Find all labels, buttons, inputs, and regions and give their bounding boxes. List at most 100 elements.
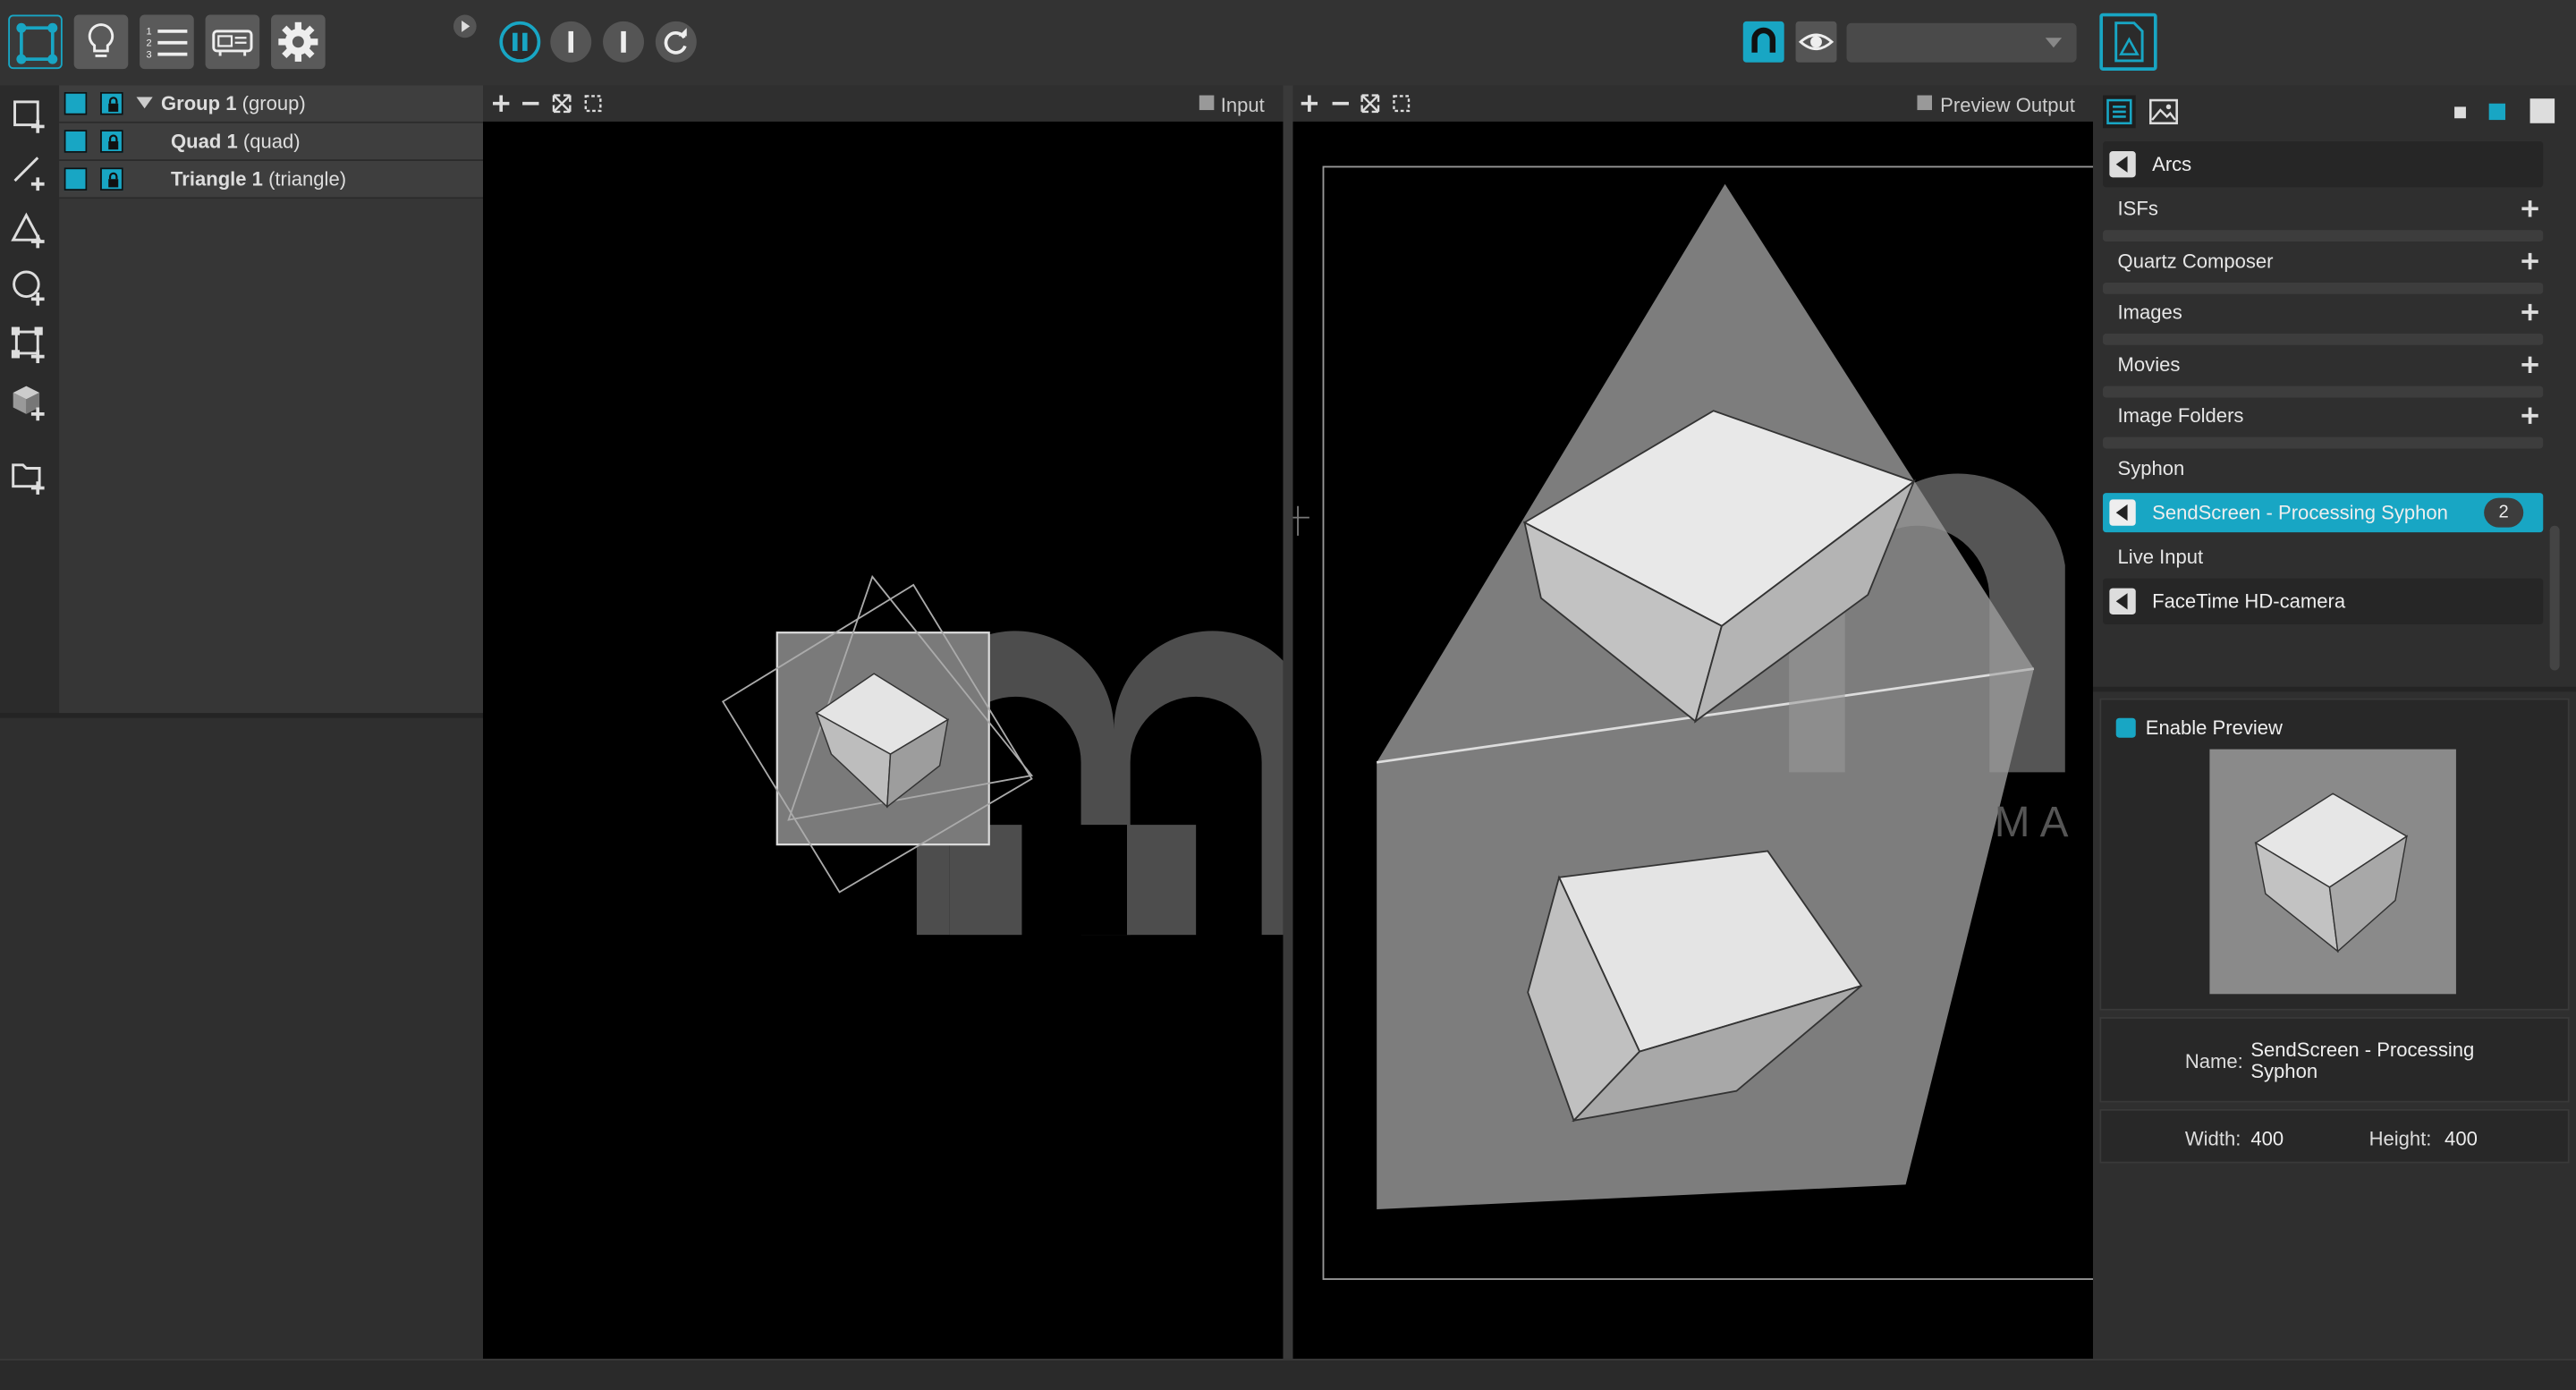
numbered-list-icon: 1 2 3 [146,27,188,60]
layer-row-triangle[interactable]: Triangle 1 (triangle) [59,161,484,199]
add-folder-tool[interactable] [8,455,51,498]
width-label: Width: [2184,1127,2241,1150]
panel-divider[interactable] [2093,686,2576,692]
add-line-tool[interactable] [8,151,51,194]
source-item-label: Arcs [2152,152,2192,176]
magnet-button[interactable] [1742,21,1784,63]
category-label: Images [2117,301,2182,324]
visibility-toggle[interactable] [64,167,88,191]
add-mesh-tool[interactable] [8,324,51,367]
output-canvas-drawing: MA [1292,165,2094,1280]
preview-thumbnail [2209,749,2456,995]
category-image-folders[interactable]: Image Folders [2103,396,2543,436]
enable-preview-label: Enable Preview [2145,716,2283,740]
input-canvas[interactable] [483,121,1284,1360]
output-dropdown[interactable] [1846,22,2077,63]
add-source-button[interactable] [2517,242,2543,281]
svg-text:1: 1 [146,27,151,38]
layer-label: Group 1 (group) [161,91,306,115]
zoom-in-button[interactable] [1300,94,1319,114]
name-value: SendScreen - Processing Syphon [2250,1038,2475,1083]
add-source-button[interactable] [2517,396,2543,436]
category-live-input[interactable]: Live Input [2103,538,2543,577]
input-checkbox[interactable] [1199,95,1215,111]
category-drop-area[interactable] [2103,436,2544,449]
play-button[interactable] [2109,499,2136,526]
numbered-list-button[interactable]: 1 2 3 [140,14,194,70]
restart-button[interactable] [655,21,697,63]
preview-eye-button[interactable] [1795,21,1837,63]
list-view-button[interactable] [2103,95,2136,129]
preview-output-checkbox[interactable] [1917,95,1933,111]
main-toolbar: 1 2 3 [0,0,2576,86]
visibility-toggle[interactable] [64,130,88,153]
size-small-button[interactable] [2454,106,2466,119]
preview-box: Enable Preview [2099,698,2570,1011]
svg-text:3: 3 [146,49,151,60]
media-document-icon [2114,21,2144,63]
layer-row-quad[interactable]: Quad 1 (quad) [59,123,484,162]
size-large-button[interactable] [2529,98,2555,123]
collapse-toggle[interactable] [453,14,477,38]
category-drop-area[interactable] [2103,230,2544,242]
add-quad-icon [13,100,45,133]
zoom-fit-button[interactable] [1360,94,1380,114]
add-quad-tool[interactable] [8,94,51,137]
play-button[interactable] [2109,588,2136,614]
source-item-arcs[interactable]: Arcs [2103,140,2544,188]
source-item-label: FaceTime HD-camera [2152,589,2346,614]
stop-icon [568,30,574,53]
pause-button[interactable] [499,21,541,63]
add-circle-tool[interactable] [8,267,51,309]
select-area-button[interactable] [583,94,603,114]
output-canvas[interactable]: MA [1292,121,2094,1360]
media-panel-button[interactable] [2099,13,2157,71]
canvas-splitter[interactable] [1283,85,1293,1360]
enable-preview-checkbox[interactable] [2115,717,2136,738]
surface-mode-button[interactable] [8,14,63,70]
size-medium-button[interactable] [2488,103,2506,121]
projector-button[interactable] [205,14,260,70]
plus-icon [2521,303,2538,321]
list-scrollbar[interactable] [2549,525,2560,671]
lock-toggle[interactable] [100,130,123,153]
image-view-button[interactable] [2148,96,2181,129]
category-syphon[interactable]: Syphon [2103,448,2543,487]
add-source-button[interactable] [2517,292,2543,332]
triangle-left-icon [2115,593,2128,610]
zoom-out-button[interactable] [1331,94,1351,114]
stop-button[interactable] [550,21,592,63]
settings-button[interactable] [271,14,326,70]
fit-arrows-icon [1360,94,1380,114]
name-label: Name: [2184,1049,2243,1073]
visibility-toggle[interactable] [64,91,88,115]
category-drop-area[interactable] [2103,333,2544,345]
plus-icon [2521,252,2538,270]
add-source-button[interactable] [2517,189,2543,228]
category-isfs[interactable]: ISFs [2103,189,2543,228]
projector-icon [212,30,253,56]
zoom-in-button[interactable] [491,94,511,114]
image-icon [2149,98,2178,125]
disclosure-triangle-icon[interactable] [136,97,153,110]
layer-row-group[interactable]: Group 1 (group) [59,85,484,123]
lock-toggle[interactable] [100,167,123,191]
lock-toggle[interactable] [100,91,123,115]
zoom-out-button[interactable] [521,94,540,114]
source-item-facetime[interactable]: FaceTime HD-camera [2103,578,2544,625]
category-quartz-composer[interactable]: Quartz Composer [2103,242,2543,281]
add-triangle-tool[interactable] [8,208,51,251]
category-movies[interactable]: Movies [2103,345,2543,385]
category-images[interactable]: Images [2103,292,2543,332]
stop-all-button[interactable] [603,21,645,63]
add-source-button[interactable] [2517,345,2543,385]
add-3d-object-tool[interactable] [8,381,51,424]
select-area-button[interactable] [1392,94,1411,114]
zoom-fit-button[interactable] [552,94,572,114]
triangle-right-icon [462,20,470,32]
lock-icon [108,134,119,150]
source-item-syphon[interactable]: SendScreen - Processing Syphon 2 [2103,493,2544,533]
plus-icon [2521,407,2538,424]
lightbulb-button[interactable] [73,14,129,70]
play-button[interactable] [2109,150,2136,178]
